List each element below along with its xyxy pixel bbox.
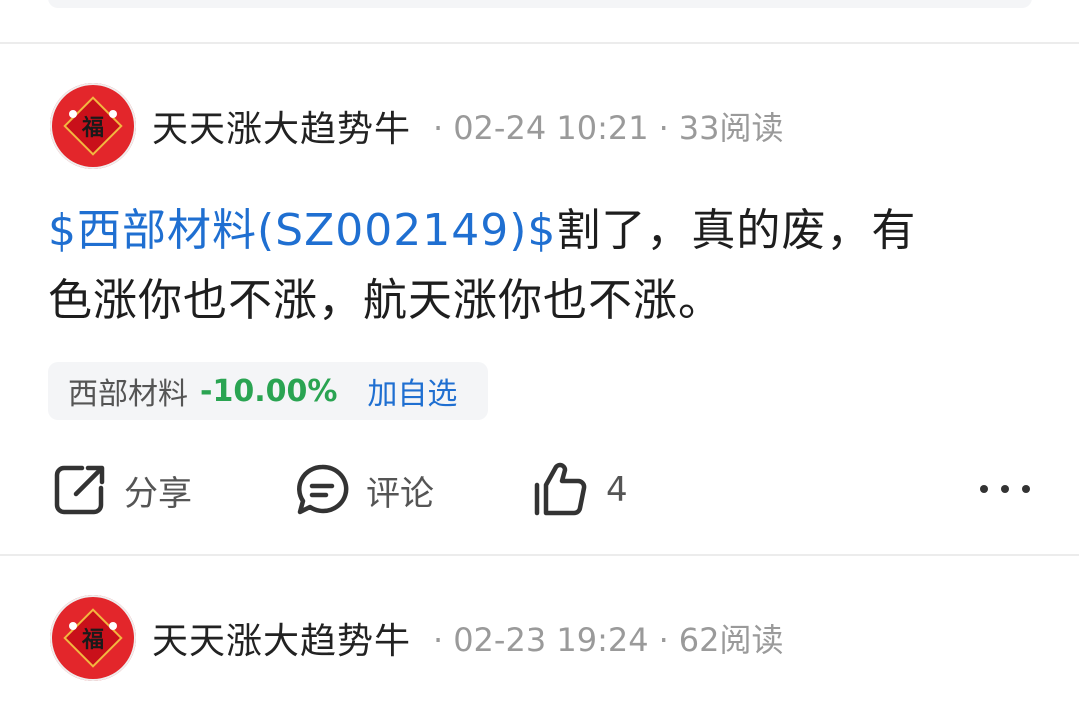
dot — [1001, 485, 1009, 493]
previous-post-card — [48, 0, 1032, 8]
dot — [980, 485, 988, 493]
stock-name: 西部材料 — [68, 377, 188, 412]
post-text: 色涨你也不涨，航天涨你也不涨。 — [48, 275, 723, 326]
like-count: 4 — [606, 470, 628, 510]
meta-separator: · — [433, 109, 444, 147]
stock-link[interactable]: $西部材料(SZ002149)$ — [48, 205, 556, 256]
avatar-character: 福 — [81, 115, 104, 141]
divider — [0, 42, 1079, 44]
comment-icon — [294, 462, 350, 518]
more-dots-icon[interactable] — [980, 474, 1030, 504]
post-date: 02-23 19:24 — [453, 621, 649, 659]
add-watchlist-button[interactable]: 加自选 — [367, 369, 457, 413]
post-body[interactable]: $西部材料(SZ002149)$割了，真的废，有 色涨你也不涨，航天涨你也不涨。 — [48, 196, 1038, 336]
post-text: 割了，真的废，有 — [556, 205, 917, 256]
share-icon — [52, 462, 108, 518]
avatar[interactable]: 福 — [50, 595, 136, 681]
meta-separator: · — [433, 621, 444, 659]
feed: 福 天天涨大趋势牛 · 02-24 10:21 · 33阅读 $西部材料(SZ0021… — [0, 0, 1079, 704]
post-actions: 分享 评论 4 — [50, 458, 1030, 522]
dot — [1022, 485, 1030, 493]
username[interactable]: 天天涨大趋势牛 — [152, 612, 411, 664]
like-button[interactable]: 4 — [532, 458, 628, 522]
post-header: 福 天天涨大趋势牛 · 02-24 10:21 · 33阅读 — [50, 82, 783, 170]
thumbs-up-icon — [532, 461, 590, 519]
post-meta: · 02-24 10:21 · 33阅读 — [423, 103, 783, 149]
post-meta: · 02-23 19:24 · 62阅读 — [423, 615, 783, 661]
read-count: 33阅读 — [678, 109, 784, 147]
read-count: 62阅读 — [678, 621, 784, 659]
stock-chip[interactable]: 西部材料 -10.00% 加自选 — [48, 362, 488, 420]
post-date: 02-24 10:21 — [453, 109, 649, 147]
username[interactable]: 天天涨大趋势牛 — [152, 100, 411, 152]
comment-label: 评论 — [366, 473, 434, 514]
share-label: 分享 — [124, 473, 192, 514]
stock-change: -10.00% — [200, 373, 338, 409]
avatar[interactable]: 福 — [50, 83, 136, 169]
comment-button[interactable]: 评论 — [294, 458, 434, 522]
divider — [0, 554, 1079, 556]
meta-separator: · — [658, 621, 669, 659]
post-header: 福 天天涨大趋势牛 · 02-23 19:24 · 62阅读 — [50, 594, 783, 682]
meta-separator: · — [658, 109, 669, 147]
avatar-character: 福 — [81, 627, 104, 653]
share-button[interactable]: 分享 — [52, 458, 192, 522]
